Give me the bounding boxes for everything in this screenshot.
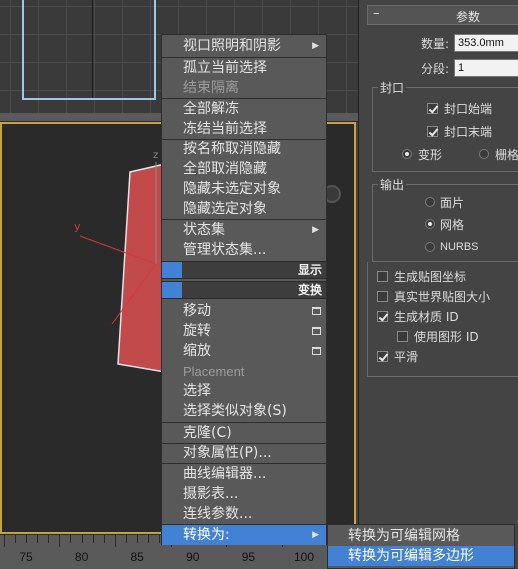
menu-dope-sheet[interactable]: 摄影表... bbox=[162, 484, 326, 504]
ruler-tick bbox=[26, 535, 27, 543]
menu-unhide-by-name[interactable]: 按名称取消隐藏 bbox=[162, 139, 326, 159]
menu-unfreeze-all[interactable]: 全部解冻 bbox=[162, 99, 326, 119]
mesh-radio[interactable] bbox=[425, 219, 435, 229]
menu-scale[interactable]: 缩放 bbox=[162, 341, 326, 361]
ruler-number: 80 bbox=[74, 550, 89, 564]
ruler-tick bbox=[81, 535, 83, 543]
morph-label: 变形 bbox=[418, 148, 443, 162]
submenu-arrow-icon: ▶ bbox=[312, 530, 319, 540]
extruded-object bbox=[117, 163, 166, 373]
mesh-label: 网格 bbox=[440, 218, 465, 232]
ruler-tick bbox=[103, 535, 105, 543]
quantity-label: 数量: bbox=[421, 37, 450, 51]
cap-start-label: 封口始端 bbox=[444, 102, 493, 116]
quad-menu: 视口照明和阴影 ▶ 孤立当前选择 结束隔离 全部解冻 冻结当前选择 按名称取消隐藏… bbox=[161, 34, 327, 545]
output-group-title: 输出 bbox=[378, 176, 407, 193]
segments-field[interactable]: 1 bbox=[454, 59, 518, 77]
menu-manage-state-sets[interactable]: 管理状态集... bbox=[162, 240, 326, 260]
menu-curve-editor[interactable]: 曲线编辑器... bbox=[162, 464, 326, 484]
parameters-rollout-header[interactable]: – 参数 bbox=[367, 5, 518, 25]
ruler-number: 75 bbox=[19, 550, 33, 564]
display-quadrant-header[interactable]: 显示 bbox=[162, 261, 326, 279]
menu-placement[interactable]: Placement bbox=[162, 362, 326, 382]
menu-unhide-all[interactable]: 全部取消隐藏 bbox=[162, 159, 326, 179]
cap-end-label: 封口末端 bbox=[444, 125, 493, 139]
ruler-tick bbox=[59, 535, 61, 547]
submenu-arrow-icon: ▶ bbox=[312, 41, 319, 51]
menu-object-properties[interactable]: 对象属性(P)... bbox=[162, 443, 326, 463]
transform-quadrant-header[interactable]: 变换 bbox=[162, 281, 326, 299]
options-group bbox=[367, 262, 518, 377]
selected-object-outline bbox=[22, 0, 156, 100]
grid-radio[interactable] bbox=[479, 149, 489, 159]
patch-radio[interactable] bbox=[425, 197, 435, 207]
options-box-icon[interactable] bbox=[312, 327, 321, 335]
menu-convert-editable-poly[interactable]: 转换为可编辑多边形 bbox=[328, 546, 514, 566]
menu-isolate-selection[interactable]: 孤立当前选择 bbox=[162, 58, 326, 78]
ruler-number: 90 bbox=[186, 550, 200, 564]
grid-label: 栅格 bbox=[495, 148, 518, 162]
convert-to-submenu: 转换为可编辑网格 转换为可编辑多边形 bbox=[327, 524, 515, 569]
ruler-tick bbox=[3, 535, 5, 547]
ruler-tick bbox=[70, 535, 72, 543]
ruler-number: 85 bbox=[130, 550, 144, 564]
quantity-field[interactable]: 353.0mm bbox=[454, 34, 518, 52]
transform-header-label: 变换 bbox=[297, 283, 322, 297]
menu-convert-to[interactable]: 转换为: ▶ bbox=[162, 525, 326, 545]
ruler-tick bbox=[48, 535, 50, 543]
options-box-icon[interactable] bbox=[312, 307, 321, 315]
segments-label: 分段: bbox=[421, 62, 450, 76]
ruler-number: 95 bbox=[241, 550, 256, 564]
cap-end-checkbox[interactable] bbox=[427, 126, 438, 137]
quadrant-marker bbox=[162, 282, 182, 298]
menu-wire-parameters[interactable]: 连线参数... bbox=[162, 504, 326, 524]
quadrant-marker bbox=[162, 262, 182, 278]
menu-select-similar[interactable]: 选择类似对象(S) bbox=[162, 401, 326, 421]
morph-radio[interactable] bbox=[402, 149, 412, 159]
ruler-tick bbox=[148, 535, 150, 543]
command-panel: – 参数 数量: 353.0mm 分段: 1 封口 封口始端 封口末端 变形 栅… bbox=[358, 0, 518, 569]
menu-hide-selection[interactable]: 隐藏选定对象 bbox=[162, 199, 326, 219]
menu-clone[interactable]: 克隆(C) bbox=[162, 423, 326, 443]
menu-hide-unselected[interactable]: 隐藏未选定对象 bbox=[162, 179, 326, 199]
ruler-number: 100 bbox=[293, 550, 315, 564]
capping-group-title: 封口 bbox=[378, 79, 407, 96]
ruler-tick bbox=[114, 535, 116, 547]
gizmo-label-z: z bbox=[153, 150, 158, 161]
gizmo-label-y: y bbox=[74, 220, 81, 233]
rollout-title: 参数 bbox=[456, 10, 481, 24]
menu-viewport-lighting[interactable]: 视口照明和阴影 ▶ bbox=[162, 36, 326, 56]
menu-freeze-selection[interactable]: 冻结当前选择 bbox=[162, 119, 326, 139]
nurbs-label: NURBS bbox=[440, 241, 479, 253]
collapse-icon[interactable]: – bbox=[373, 6, 380, 21]
ruler-tick bbox=[126, 535, 128, 543]
ruler-tick bbox=[137, 535, 139, 543]
menu-end-isolate[interactable]: 结束隔离 bbox=[162, 78, 326, 98]
ruler-tick bbox=[14, 535, 16, 543]
ruler-tick bbox=[37, 535, 39, 543]
display-header-label: 显示 bbox=[297, 263, 322, 277]
menu-state-sets[interactable]: 状态集 ▶ bbox=[162, 220, 326, 240]
menu-convert-editable-mesh[interactable]: 转换为可编辑网格 bbox=[328, 526, 514, 546]
ruler-tick bbox=[92, 535, 94, 543]
nurbs-radio[interactable] bbox=[425, 242, 435, 252]
options-box-icon[interactable] bbox=[312, 347, 321, 355]
patch-label: 面片 bbox=[440, 196, 465, 210]
menu-move[interactable]: 移动 bbox=[162, 301, 326, 321]
submenu-arrow-icon: ▶ bbox=[312, 225, 319, 235]
menu-select[interactable]: 选择 bbox=[162, 381, 326, 401]
menu-rotate[interactable]: 旋转 bbox=[162, 321, 326, 341]
cap-start-checkbox[interactable] bbox=[427, 103, 438, 114]
